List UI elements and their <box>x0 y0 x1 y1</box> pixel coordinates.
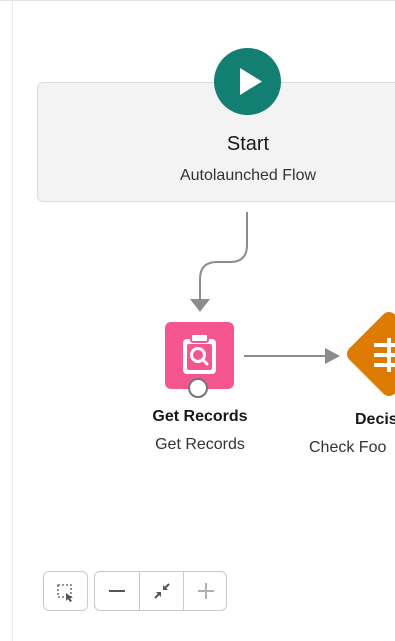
play-icon <box>240 68 262 95</box>
minus-icon <box>109 590 125 592</box>
fit-view-button[interactable] <box>139 572 184 610</box>
start-connector-arrowhead <box>190 299 210 312</box>
zoom-out-button[interactable] <box>95 572 139 610</box>
zoom-in-button[interactable] <box>183 572 228 610</box>
select-elements-button[interactable] <box>43 571 88 611</box>
decision-title: Decis <box>355 411 395 428</box>
plus-icon <box>198 583 214 599</box>
get-records-title: Get Records <box>152 408 248 425</box>
start-node[interactable] <box>214 48 281 115</box>
decision-subtitle: Check Foo <box>309 439 387 456</box>
decision-icon <box>374 338 395 372</box>
get-records-connector-anchor[interactable] <box>188 378 208 398</box>
start-to-get-records-connector <box>199 212 248 300</box>
select-elements-icon <box>57 584 73 602</box>
flow-canvas[interactable]: Start Autolaunched Flow Get Records Get … <box>0 0 395 641</box>
decision-node[interactable] <box>343 308 395 400</box>
connector-lines <box>190 212 340 364</box>
fit-view-icon <box>154 583 170 599</box>
decision-connector-arrowhead <box>325 348 340 364</box>
get-records-subtitle: Get Records <box>155 436 245 453</box>
zoom-controls <box>94 571 227 611</box>
